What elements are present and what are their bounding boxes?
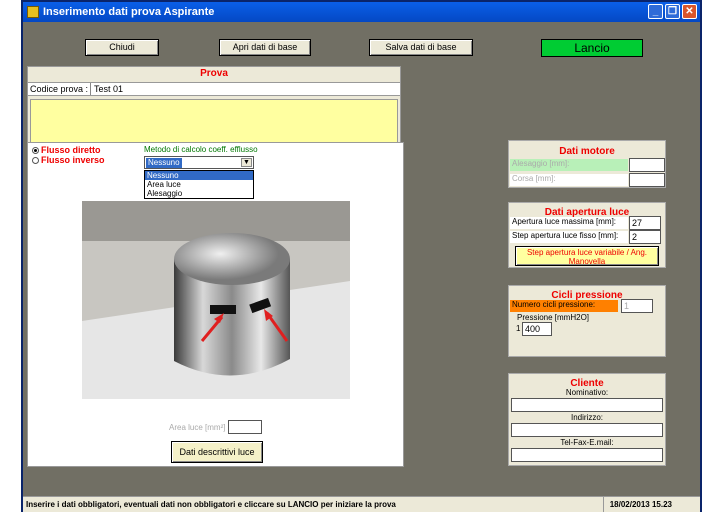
apertura-max-label: Apertura luce massima [mm]: (510, 217, 628, 229)
chiudi-label: Chiudi (109, 42, 135, 52)
dropdown-option[interactable]: Alesaggio (145, 189, 253, 198)
dropdown-option[interactable]: Area luce (145, 180, 253, 189)
close-button[interactable]: ✕ (682, 4, 697, 19)
area-luce-label: Area luce [mm²] (169, 423, 226, 432)
metodo-label: Metodo di calcolo coeff. efflusso (144, 145, 258, 154)
apri-dati-button[interactable]: Apri dati di base (219, 39, 311, 56)
lancio-button[interactable]: Lancio (541, 39, 643, 57)
codice-prova-input[interactable]: Test 01 (90, 83, 400, 95)
minimize-button[interactable]: _ (648, 4, 663, 19)
piston-photo (82, 201, 350, 399)
dati-motore-panel: Dati motore Alesaggio [mm]: Corsa [mm]: (508, 140, 666, 188)
numero-cicli-label: Numero cicli pressione: (510, 300, 618, 312)
dropdown-option[interactable]: Nessuno (145, 171, 253, 180)
tel-label: Tel-Fax-E.mail: (560, 438, 614, 447)
flusso-panel: Flusso diretto Flusso inverso Metodo di … (27, 142, 404, 467)
indirizzo-input[interactable] (511, 423, 663, 437)
radio-selected-icon (32, 146, 39, 154)
pressione-input[interactable]: 400 (522, 322, 552, 336)
pressione-row-index: 1 (516, 324, 521, 333)
metodo-dropdown: Nessuno Area luce Alesaggio (144, 170, 254, 199)
nominativo-label: Nominativo: (565, 388, 609, 397)
restore-button[interactable]: ❐ (665, 4, 680, 19)
step-fisso-label: Step apertura luce fisso [mm]: (510, 231, 628, 243)
chevron-down-icon[interactable]: ▼ (241, 158, 252, 167)
alesaggio-input[interactable] (629, 158, 665, 172)
window-title: Inserimento dati prova Aspirante (43, 6, 215, 18)
chiudi-button[interactable]: Chiudi (85, 39, 159, 56)
step-fisso-input[interactable]: 2 (629, 230, 661, 244)
corsa-label: Corsa [mm]: (510, 174, 628, 186)
indirizzo-label: Indirizzo: (570, 413, 603, 422)
dati-descrittivi-button[interactable]: Dati descrittivi luce (171, 441, 263, 463)
alesaggio-label: Alesaggio [mm]: (510, 159, 628, 171)
apertura-luce-panel: Dati apertura luce Apertura luce massima… (508, 202, 666, 268)
codice-prova-label: Codice prova : (30, 84, 89, 94)
area-luce-input[interactable] (228, 420, 262, 434)
flusso-diretto-radio[interactable]: Flusso diretto (32, 145, 101, 155)
radio-icon (32, 156, 39, 164)
numero-cicli-input[interactable]: 1 (621, 299, 653, 313)
step-variabile-button[interactable]: Step apertura luce variabile / Ang. Mano… (515, 246, 659, 266)
salva-label: Salva dati di base (385, 42, 457, 52)
prova-title: Prova (200, 68, 228, 79)
metodo-selected-value: Nessuno (146, 158, 182, 168)
flusso-inverso-label: Flusso inverso (41, 155, 105, 165)
codice-prova-row: Codice prova : Test 01 (28, 82, 400, 96)
title-bar[interactable]: Inserimento dati prova Aspirante _ ❐ ✕ (23, 2, 700, 22)
cliente-panel: Cliente Nominativo: Indirizzo: Tel-Fax-E… (508, 373, 666, 466)
dati-motore-title: Dati motore (559, 146, 615, 157)
flusso-diretto-label: Flusso diretto (41, 145, 101, 155)
flusso-inverso-radio[interactable]: Flusso inverso (32, 155, 105, 165)
apertura-max-input[interactable]: 27 (629, 216, 661, 230)
corsa-input[interactable] (629, 173, 665, 187)
status-datetime: 18/02/2013 15.23 (602, 497, 672, 512)
tel-input[interactable] (511, 448, 663, 462)
status-message: Inserire i dati obbligatori, eventuali d… (26, 500, 396, 509)
metodo-select[interactable]: Nessuno ▼ (144, 156, 254, 169)
apri-label: Apri dati di base (232, 42, 298, 52)
nominativo-input[interactable] (511, 398, 663, 412)
salva-dati-button[interactable]: Salva dati di base (369, 39, 473, 56)
status-bar: Inserire i dati obbligatori, eventuali d… (23, 496, 700, 512)
cicli-pressione-panel: Cicli pressione Numero cicli pressione: … (508, 285, 666, 357)
pressione-label: Pressione [mmH2O] (517, 313, 590, 322)
toolbar: Chiudi Apri dati di base Salva dati di b… (23, 22, 700, 57)
app-icon (27, 6, 39, 18)
main-window: Inserimento dati prova Aspirante _ ❐ ✕ C… (21, 0, 702, 512)
